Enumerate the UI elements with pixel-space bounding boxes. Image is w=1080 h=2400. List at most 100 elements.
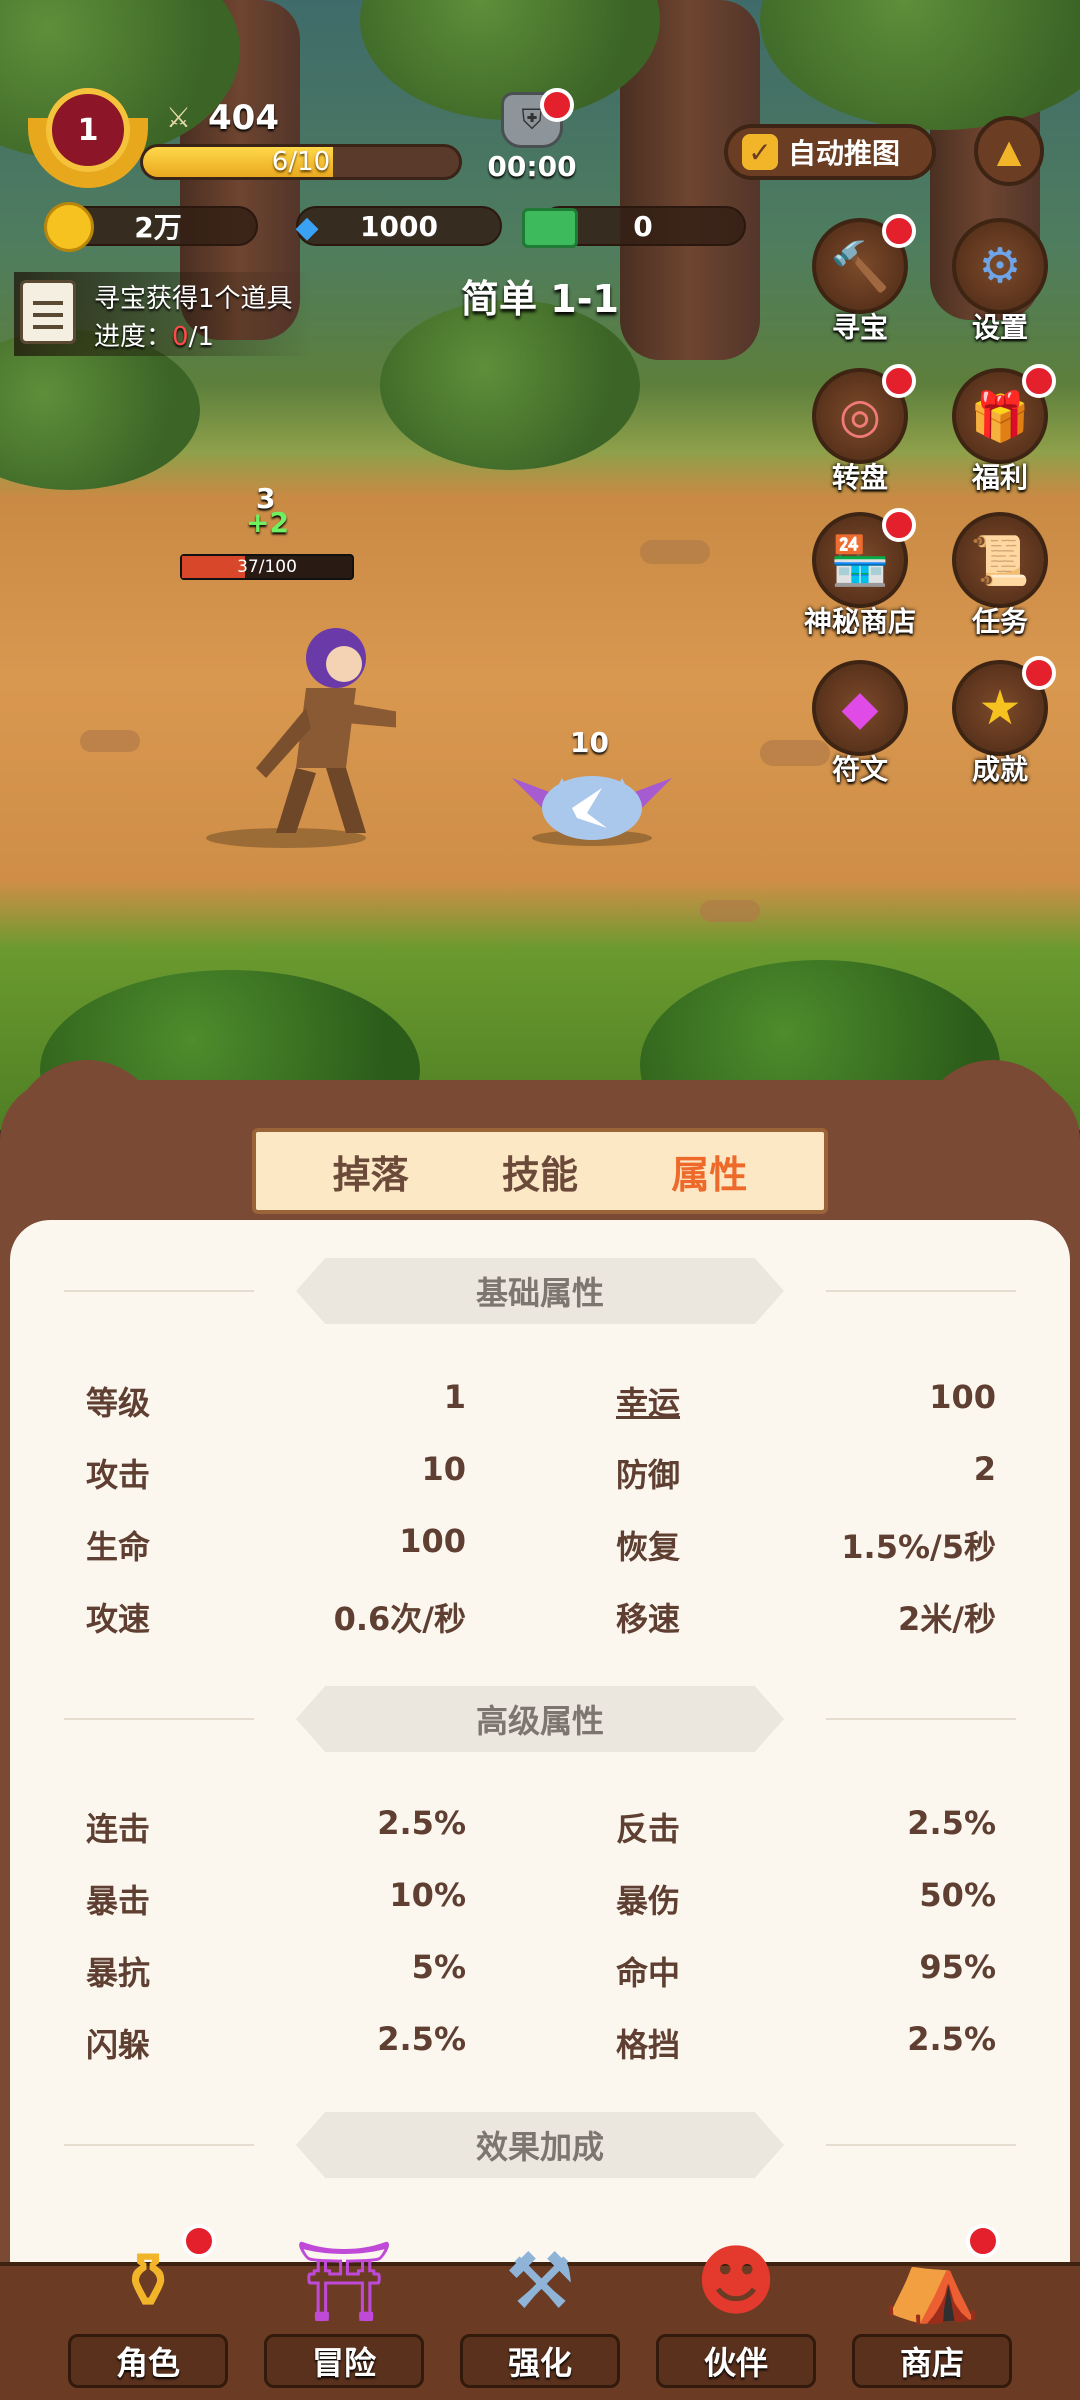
stat-label: 命中 — [616, 1954, 681, 1992]
stat-row: 闪躲 2.5% — [86, 2020, 466, 2064]
stat-label: 闪躲 — [86, 2026, 151, 2064]
foliage — [380, 300, 640, 470]
stat-label: 暴伤 — [616, 1882, 681, 1920]
stat-label: 移速 — [616, 1600, 681, 1638]
nav-adventure-label: 冒险 — [264, 2334, 424, 2388]
runes-button[interactable]: ◆ 符文 — [800, 660, 920, 788]
diamond-currency: ◆ 1000 — [295, 206, 502, 246]
stat-value: 100 — [929, 1378, 996, 1416]
stat-value: 95% — [919, 1948, 996, 1986]
section-basic-title: 基础属性 — [296, 1258, 784, 1324]
settings-button[interactable]: ⚙ 设置 — [940, 218, 1060, 346]
nav-enhance[interactable]: ⚒ 强化 — [440, 2222, 640, 2400]
achievements-label: 成就 — [971, 753, 1028, 786]
stat-label: 生命 — [86, 1528, 151, 1566]
spin-wheel-button[interactable]: ◎ 转盘 — [800, 364, 920, 496]
gold-currency: 2万 — [44, 202, 258, 252]
divider — [64, 1718, 254, 1720]
nav-adventure[interactable]: ⛩ 冒险 — [244, 2222, 444, 2400]
stat-row: 移速 2米/秒 — [616, 1594, 996, 1638]
auto-advance-toggle[interactable]: ✓ 自动推图 — [724, 124, 936, 180]
gem-icon: ◆ — [812, 660, 908, 756]
stat-value: 2米/秒 — [898, 1600, 996, 1638]
stat-value: 50% — [919, 1876, 996, 1914]
stat-row: 连击 2.5% — [86, 1804, 466, 1848]
gold-value: 2万 — [134, 211, 182, 244]
combat-power-value: 404 — [208, 98, 279, 138]
stat-label: 恢复 — [616, 1528, 681, 1566]
stat-value: 2.5% — [907, 2020, 996, 2058]
spin-wheel-label: 转盘 — [831, 461, 888, 494]
tab-attributes[interactable]: 属性 — [671, 1144, 747, 1199]
nav-character-label: 角色 — [68, 2334, 228, 2388]
mystery-shop-button[interactable]: 🏪 神秘商店 — [790, 508, 930, 640]
nav-companion[interactable]: ☻ 伙伴 — [636, 2222, 836, 2400]
notification-dot — [1022, 656, 1056, 690]
panel-tabs: 掉落 技能 属性 — [252, 1128, 828, 1214]
tasks-label: 任务 — [971, 605, 1028, 638]
welfare-label: 福利 — [971, 461, 1028, 494]
notification-dot — [540, 88, 574, 122]
stat-row: 幸运 100 — [616, 1378, 996, 1422]
stat-value: 1.5%/5秒 — [841, 1528, 996, 1566]
tab-skills[interactable]: 技能 — [502, 1144, 578, 1199]
mystery-shop-label: 神秘商店 — [803, 605, 916, 638]
stat-label: 反击 — [616, 1810, 681, 1848]
achievements-button[interactable]: ★ 成就 — [940, 656, 1060, 788]
timer-text: 00:00 — [487, 150, 577, 183]
divider — [826, 1718, 1016, 1720]
stat-row: 恢复 1.5%/5秒 — [616, 1522, 996, 1566]
welfare-button[interactable]: 🎁 福利 — [940, 364, 1060, 496]
stat-label: 攻速 — [86, 1600, 151, 1638]
exp-text: 6/10 — [271, 147, 331, 177]
notification-dot — [882, 508, 916, 542]
floating-heal: +2 — [246, 506, 289, 539]
section-advanced: 高级属性 — [0, 1686, 1080, 1752]
stat-row: 攻击 10 — [86, 1450, 466, 1494]
divider — [64, 2144, 254, 2146]
quest-scroll-icon — [20, 280, 76, 344]
treasure-hunt-button[interactable]: 🔨 寻宝 — [800, 214, 920, 346]
stat-row: 暴伤 50% — [616, 1876, 996, 1920]
anvil-icon: ⚒ — [505, 2237, 575, 2327]
stat-value: 10 — [421, 1450, 466, 1488]
stat-label: 攻击 — [86, 1456, 151, 1494]
nav-shop[interactable]: ⛺ 商店 — [832, 2222, 1032, 2400]
crossed-swords-icon: ⚔ — [166, 101, 192, 134]
stat-value: 2.5% — [377, 2020, 466, 2058]
notification-dot — [182, 2224, 216, 2258]
stat-label[interactable]: 幸运 — [616, 1378, 680, 1424]
player-hp-bar: 37/100 — [180, 554, 354, 580]
section-bonus-title: 效果加成 — [296, 2112, 784, 2178]
collapse-menu-button[interactable]: ▲ — [974, 116, 1044, 186]
player-hp-text: 37/100 — [237, 557, 297, 577]
stat-label: 暴击 — [86, 1882, 151, 1920]
checkbox-checked-icon: ✓ — [742, 134, 778, 170]
quest-tracker[interactable]: 寻宝获得1个道具 进度：0/1 — [14, 272, 314, 356]
boss-timer[interactable]: ⛨ 00:00 — [484, 88, 580, 183]
quest-progress-label: 进度： — [94, 322, 173, 352]
player-level-badge[interactable]: 1 — [28, 88, 148, 198]
stat-row: 防御 2 — [616, 1450, 996, 1494]
nav-character[interactable]: ⚱ 角色 — [48, 2222, 248, 2400]
stat-row: 格挡 2.5% — [616, 2020, 996, 2064]
nav-enhance-label: 强化 — [460, 2334, 620, 2388]
stat-label: 等级 — [86, 1384, 151, 1422]
stat-row: 命中 95% — [616, 1948, 996, 1992]
tasks-button[interactable]: 📜 任务 — [940, 512, 1060, 640]
ground-rock — [80, 730, 140, 752]
notification-dot — [882, 214, 916, 248]
stat-value: 10% — [389, 1876, 466, 1914]
notification-dot — [1022, 364, 1056, 398]
stat-value: 1 — [443, 1378, 466, 1416]
stat-row: 反击 2.5% — [616, 1804, 996, 1848]
stat-value: 2 — [973, 1450, 996, 1488]
nav-companion-label: 伙伴 — [656, 2334, 816, 2388]
tab-drops[interactable]: 掉落 — [333, 1144, 409, 1199]
quest-progress-total: /1 — [188, 322, 214, 352]
bat-slime-enemy — [512, 776, 672, 846]
ground-rock — [640, 540, 710, 564]
scroll-icon: 📜 — [952, 512, 1048, 608]
notification-dot — [882, 364, 916, 398]
nav-shop-label: 商店 — [852, 2334, 1012, 2388]
